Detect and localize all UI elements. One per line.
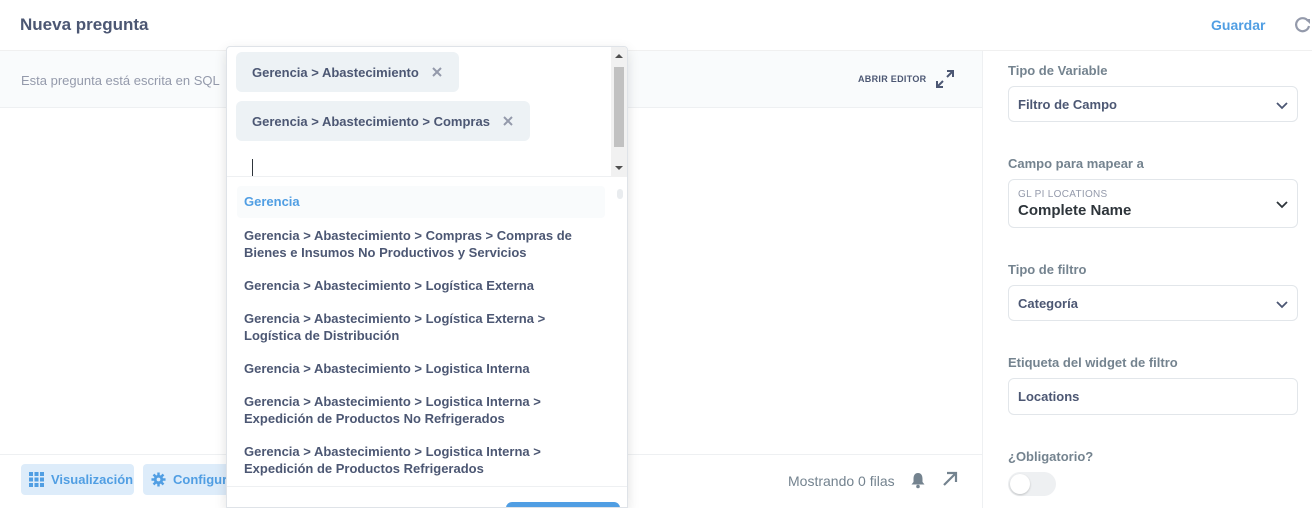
selected-tag: Gerencia > Abastecimiento — [236, 52, 459, 92]
chevron-down-icon — [1276, 201, 1288, 209]
close-icon[interactable] — [502, 115, 514, 127]
option-label-cont: Expedición de Productos No Refrigerados — [244, 411, 505, 426]
update-filter-button[interactable] — [506, 502, 620, 507]
options-scrollbar[interactable] — [617, 189, 623, 199]
top-header: Nueva pregunta Guardar — [0, 0, 1312, 51]
variable-type-label: Tipo de Variable — [1008, 63, 1108, 78]
map-field-table: GL PI LOCATIONS — [1018, 189, 1108, 200]
options-list: Gerencia Gerencia > Abastecimiento > Com… — [227, 178, 627, 486]
map-field-label: Campo para mapear a — [1008, 156, 1144, 171]
map-field-select[interactable]: GL PI LOCATIONS Complete Name — [1008, 179, 1298, 228]
option-label: Gerencia > Abastecimiento > Logistica In… — [244, 361, 530, 376]
widget-label-label: Etiqueta del widget de filtro — [1008, 355, 1178, 370]
option-label-cont: Expedición de Productos Refrigerados — [244, 461, 484, 476]
selected-values-area[interactable]: Gerencia > Abastecimiento Gerencia > Aba… — [227, 47, 627, 177]
widget-label-input[interactable]: Locations — [1008, 378, 1298, 415]
required-label: ¿Obligatorio? — [1008, 449, 1094, 464]
option-label-cont: Logística de Distribución — [244, 328, 400, 343]
required-toggle[interactable] — [1008, 472, 1056, 496]
close-icon[interactable] — [431, 66, 443, 78]
variable-settings-sidebar: Tipo de Variable Filtro de Campo Campo p… — [982, 51, 1312, 508]
bell-icon[interactable] — [909, 471, 927, 489]
page-title: Nueva pregunta — [20, 15, 149, 34]
option-label-cont: Bienes e Insumos No Productivos y Servic… — [244, 245, 527, 260]
tag-label: Gerencia > Abastecimiento — [252, 64, 419, 80]
list-item[interactable]: Gerencia > Abastecimiento > Compras > Co… — [237, 227, 605, 261]
list-item[interactable]: Gerencia > Abastecimiento > Logística Ex… — [237, 310, 605, 344]
arrow-up-right-icon[interactable] — [940, 469, 960, 489]
selected-tag: Gerencia > Abastecimiento > Compras — [236, 101, 530, 141]
toggle-knob — [1010, 474, 1030, 494]
gear-icon — [151, 472, 166, 487]
grid-icon — [29, 472, 44, 487]
option-label: Gerencia > Abastecimiento > Logistica In… — [244, 444, 541, 459]
chevron-down-icon — [1276, 102, 1288, 110]
list-item[interactable]: Gerencia > Abastecimiento > Logística Ex… — [237, 277, 605, 294]
row-count: Mostrando 0 filas — [788, 473, 895, 489]
variable-type-value: Filtro de Campo — [1018, 97, 1117, 112]
scrollbar-thumb[interactable] — [614, 67, 624, 147]
expand-icon[interactable] — [935, 69, 955, 89]
visualization-button[interactable]: Visualización — [21, 464, 134, 495]
sql-notice: Esta pregunta está escrita en SQL — [21, 73, 220, 88]
list-item[interactable]: Gerencia > Abastecimiento > Logistica In… — [237, 443, 605, 477]
list-item[interactable]: Gerencia > Abastecimiento > Logistica In… — [237, 393, 605, 427]
filter-type-label: Tipo de filtro — [1008, 262, 1087, 277]
option-label: Gerencia > Abastecimiento > Logística Ex… — [244, 311, 546, 326]
scroll-up-icon[interactable] — [615, 52, 623, 60]
option-label: Gerencia > Abastecimiento > Logistica In… — [244, 394, 541, 409]
visualization-label: Visualización — [51, 472, 134, 487]
text-cursor — [252, 159, 253, 176]
chevron-down-icon — [1276, 301, 1288, 309]
variable-type-select[interactable]: Filtro de Campo — [1008, 86, 1298, 122]
tag-label: Gerencia > Abastecimiento > Compras — [252, 113, 490, 129]
option-label: Gerencia — [244, 194, 300, 209]
save-button[interactable]: Guardar — [1211, 17, 1265, 33]
filter-type-value: Categoría — [1018, 296, 1078, 311]
map-field-value: Complete Name — [1018, 202, 1132, 219]
refresh-icon[interactable] — [1294, 16, 1312, 34]
field-values-popover: Gerencia > Abastecimiento Gerencia > Aba… — [226, 46, 628, 508]
list-item[interactable]: Gerencia — [237, 186, 605, 218]
filter-type-select[interactable]: Categoría — [1008, 285, 1298, 321]
scroll-down-icon[interactable] — [615, 164, 623, 172]
list-item[interactable]: Gerencia > Abastecimiento > Logistica In… — [237, 360, 605, 377]
popover-footer — [227, 486, 627, 507]
option-label: Gerencia > Abastecimiento > Compras > Co… — [244, 228, 572, 243]
open-editor-button[interactable]: ABRIR EDITOR — [858, 74, 926, 84]
option-label: Gerencia > Abastecimiento > Logística Ex… — [244, 278, 534, 293]
